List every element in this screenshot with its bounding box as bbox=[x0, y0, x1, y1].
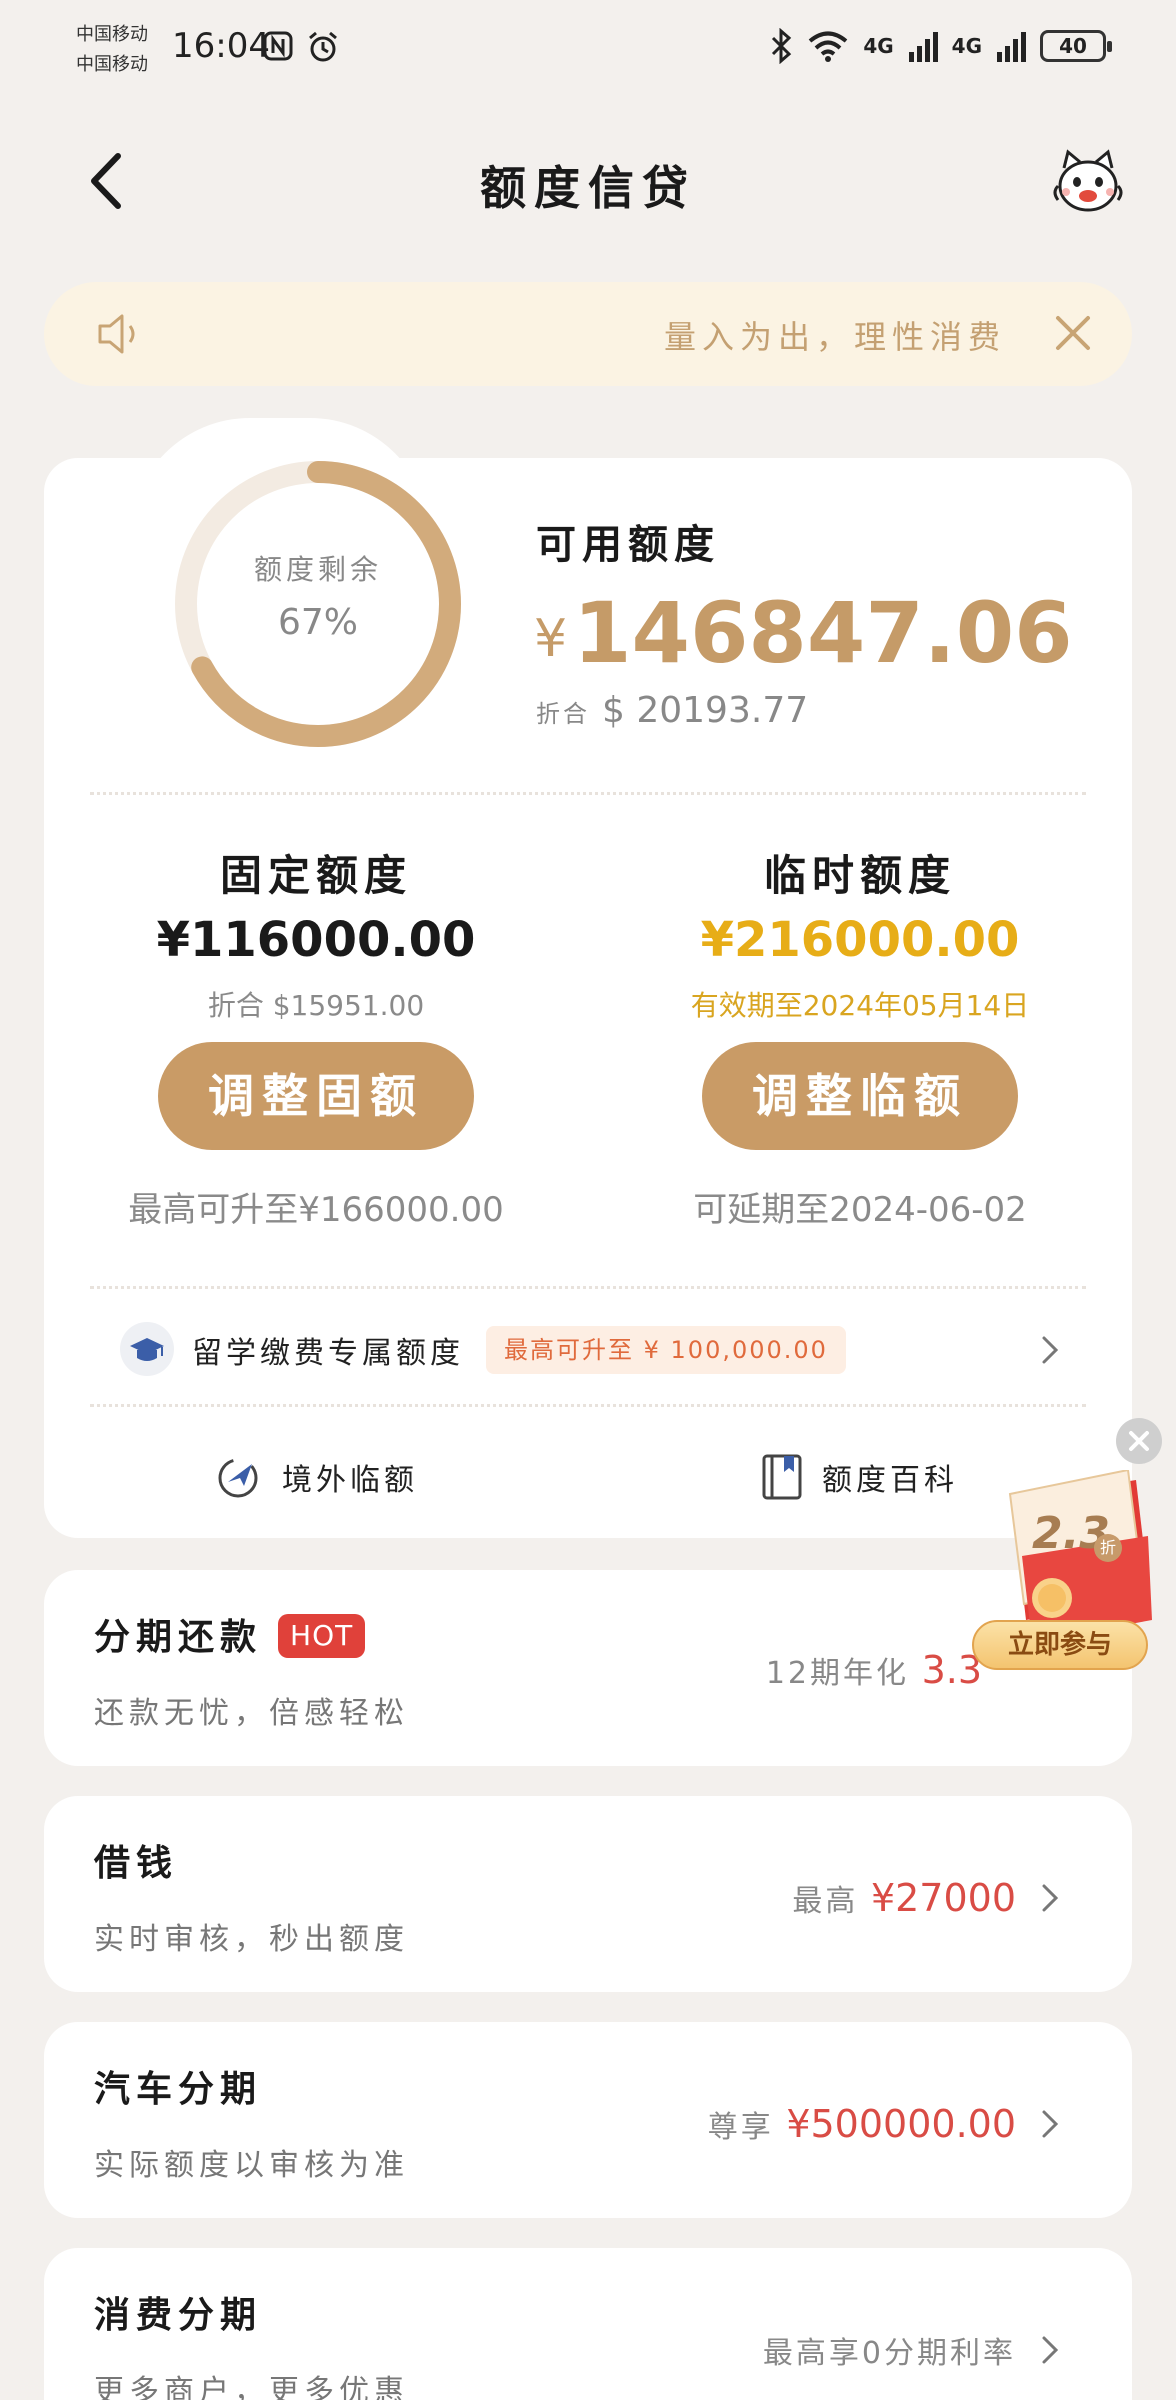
fixed-credit-usd: 折合 $15951.00 bbox=[207, 989, 425, 1022]
ring-label: 额度剩余 bbox=[253, 553, 382, 586]
mascot-icon bbox=[1053, 149, 1123, 212]
temporary-credit-amount: ¥216000.00 bbox=[700, 912, 1020, 968]
adjust-fixed-button[interactable]: 调整固额 bbox=[158, 1042, 474, 1150]
chevron-right-icon bbox=[1042, 2336, 1059, 2364]
consumer-installment-card[interactable]: 消费分期 更多商户，更多优惠 最高享0分期利率 bbox=[44, 2248, 1132, 2400]
promo-close-button[interactable] bbox=[1116, 1418, 1162, 1464]
plane-globe-icon bbox=[218, 1458, 258, 1498]
notice-banner: 量入为出，理性消费 bbox=[44, 282, 1132, 386]
promo-join-button[interactable]: 立即参与 bbox=[972, 1620, 1148, 1670]
signal-icon-2 bbox=[997, 32, 1026, 62]
borrow-max-value: ¥27000 bbox=[870, 1876, 1016, 1920]
fixed-credit-note: 最高可升至¥166000.00 bbox=[128, 1190, 504, 1230]
ring-percent: 67% bbox=[277, 602, 358, 643]
consumer-installment-rate: 最高享0分期利率 bbox=[763, 2328, 1016, 2372]
overseas-temp-credit-link[interactable]: 境外临额 bbox=[214, 1450, 418, 1504]
chevron-right-icon bbox=[1042, 1884, 1059, 1912]
battery-indicator: 40 bbox=[1040, 30, 1112, 62]
installment-repay-subtitle: 还款无忧，倍感轻松 bbox=[94, 1696, 409, 1731]
chevron-right-icon bbox=[1042, 2110, 1059, 2138]
available-credit-label: 可用额度 bbox=[536, 522, 720, 568]
car-installment-max: 尊享 ¥500000.00 bbox=[708, 2102, 1016, 2146]
installment-repay-title: 分期还款 HOT bbox=[94, 1608, 366, 1660]
wifi-icon bbox=[809, 31, 848, 62]
study-abroad-credit-row[interactable]: 留学缴费专属额度 最高可升至 ¥ 100,000.00 bbox=[44, 1312, 1132, 1392]
credit-wiki-label: 额度百科 bbox=[822, 1463, 958, 1498]
fixed-credit-amount: ¥116000.00 bbox=[156, 912, 476, 968]
status-bar: 中国移动 中国移动 16:04 4G 4G 40 bbox=[0, 0, 1176, 92]
promo-red-envelope[interactable]: 2.3 折 立即参与 bbox=[952, 1470, 1152, 1698]
graduation-cap-icon bbox=[120, 1322, 174, 1376]
book-icon bbox=[762, 1454, 802, 1500]
clock: 16:04 bbox=[172, 26, 270, 66]
credit-wiki-link[interactable]: 额度百科 bbox=[760, 1450, 958, 1504]
car-installment-prefix: 尊享 bbox=[707, 2110, 774, 2145]
installment-repay-rate: 12期年化 3.3 bbox=[766, 1648, 982, 1692]
close-icon bbox=[1129, 1431, 1149, 1451]
borrow-subtitle: 实时审核，秒出额度 bbox=[94, 1922, 409, 1957]
divider bbox=[90, 792, 1086, 795]
available-amount-value: 146847.06 bbox=[573, 584, 1073, 682]
divider-2 bbox=[90, 1286, 1086, 1289]
network-type-2: 4G bbox=[951, 34, 982, 58]
hot-badge: HOT bbox=[278, 1614, 366, 1658]
rate-prefix: 12期年化 bbox=[765, 1656, 910, 1691]
study-abroad-badge: 最高可升至 ¥ 100,000.00 bbox=[486, 1326, 846, 1374]
carrier-1: 中国移动 bbox=[76, 24, 148, 45]
borrow-max: 最高 ¥27000 bbox=[792, 1876, 1016, 1920]
installment-repay-title-text: 分期还款 bbox=[94, 1617, 263, 1658]
temporary-credit-title: 临时额度 bbox=[763, 851, 956, 900]
overseas-temp-credit-label: 境外临额 bbox=[282, 1463, 418, 1498]
usd-amount: $ 20193.77 bbox=[602, 690, 809, 731]
status-icons-left bbox=[262, 30, 340, 64]
divider-3 bbox=[90, 1404, 1086, 1407]
nav-bar: 额度信贷 bbox=[0, 130, 1176, 230]
alarm-icon bbox=[309, 31, 337, 62]
borrow-title: 借钱 bbox=[94, 1843, 179, 1884]
close-icon[interactable] bbox=[1052, 312, 1094, 354]
speaker-icon bbox=[98, 314, 135, 354]
usd-prefix: 折合 bbox=[536, 700, 590, 728]
consumer-installment-title: 消费分期 bbox=[94, 2295, 263, 2336]
adjust-temporary-button[interactable]: 调整临额 bbox=[702, 1042, 1018, 1150]
notice-text: 量入为出，理性消费 bbox=[663, 318, 1006, 356]
network-type-1: 4G bbox=[863, 34, 894, 58]
chevron-right-icon bbox=[1042, 1336, 1059, 1364]
consumer-installment-subtitle: 更多商户，更多优惠 bbox=[94, 2374, 409, 2400]
mascot-button[interactable] bbox=[1050, 148, 1126, 218]
borrow-max-prefix: 最高 bbox=[792, 1884, 859, 1919]
consumer-installment-prefix: 最高享0分期利率 bbox=[762, 2336, 1016, 2371]
bluetooth-icon bbox=[772, 28, 792, 64]
currency-symbol: ¥ bbox=[534, 609, 568, 669]
carrier-labels: 中国移动 中国移动 bbox=[76, 20, 148, 80]
car-installment-card[interactable]: 汽车分期 实际额度以审核为准 尊享 ¥500000.00 bbox=[44, 2022, 1132, 2218]
carrier-2: 中国移动 bbox=[76, 54, 148, 75]
signal-icon bbox=[908, 32, 938, 62]
temporary-credit-validity: 有效期至2024年05月14日 bbox=[690, 989, 1030, 1022]
borrow-card[interactable]: 借钱 实时审核，秒出额度 最高 ¥27000 bbox=[44, 1796, 1132, 1992]
available-usd: 折合 $ 20193.77 bbox=[536, 690, 808, 731]
nfc-icon bbox=[263, 31, 293, 61]
car-installment-subtitle: 实际额度以审核为准 bbox=[94, 2148, 409, 2183]
promo-discount-unit: 折 bbox=[1094, 1534, 1122, 1562]
available-credit-amount: ¥146847.06 bbox=[534, 584, 1073, 682]
fixed-credit-title: 固定额度 bbox=[219, 851, 412, 900]
car-installment-value: ¥500000.00 bbox=[786, 2102, 1016, 2146]
status-icons-right: 4G 4G 40 bbox=[769, 28, 1112, 64]
page-title: 额度信贷 bbox=[480, 161, 696, 215]
study-abroad-label: 留学缴费专属额度 bbox=[192, 1336, 464, 1371]
temporary-credit-note: 可延期至2024-06-02 bbox=[693, 1190, 1027, 1230]
car-installment-title: 汽车分期 bbox=[94, 2069, 263, 2110]
